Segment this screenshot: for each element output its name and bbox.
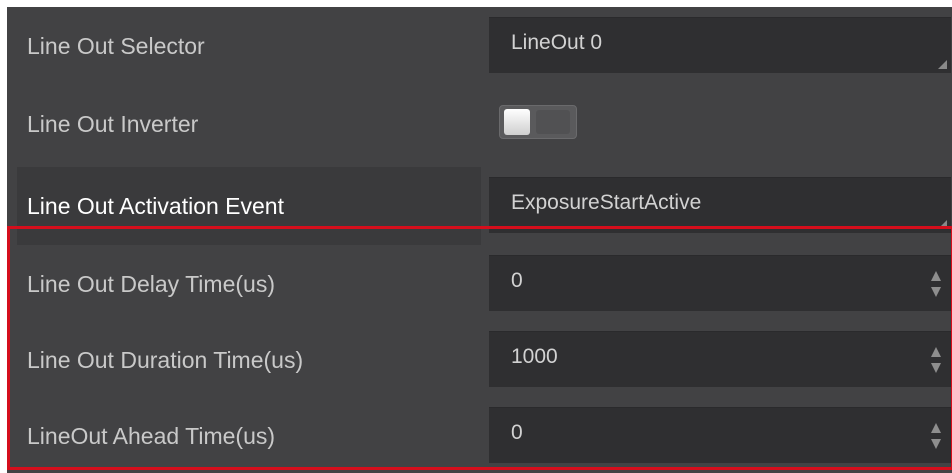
property-label: Line Out Activation Event: [27, 193, 284, 219]
property-label: Line Out Delay Time(us): [27, 271, 275, 297]
property-label: LineOut Ahead Time(us): [27, 423, 276, 449]
spinbox-value: 0: [511, 421, 523, 444]
line-out-delay-time-spinbox[interactable]: 0: [489, 255, 951, 311]
dropdown-value: LineOut 0: [511, 31, 603, 54]
property-row-line-out-activation-event: Line Out Activation Event ExposureStartA…: [7, 167, 952, 245]
dropdown-value: ExposureStartActive: [511, 191, 702, 214]
property-panel: Line Out Selector LineOut 0 Line Out Inv…: [7, 7, 952, 473]
spinner-up-icon[interactable]: [931, 271, 941, 281]
spinner-down-icon[interactable]: [931, 363, 941, 373]
spinner-arrows-icon[interactable]: [931, 271, 941, 297]
spinner-up-icon[interactable]: [931, 423, 941, 433]
dropdown-corner-icon: [938, 220, 947, 229]
lineout-ahead-time-spinbox[interactable]: 0: [489, 407, 951, 463]
line-out-inverter-toggle[interactable]: [499, 105, 577, 139]
spinner-up-icon[interactable]: [931, 347, 941, 357]
line-out-activation-event-dropdown[interactable]: ExposureStartActive: [489, 177, 951, 233]
property-row-lineout-ahead-time: LineOut Ahead Time(us) 0: [7, 397, 952, 473]
spinner-down-icon[interactable]: [931, 439, 941, 449]
spinbox-value: 1000: [511, 345, 558, 368]
property-row-line-out-selector: Line Out Selector LineOut 0: [7, 7, 952, 85]
line-out-selector-dropdown[interactable]: LineOut 0: [489, 17, 951, 73]
property-label: Line Out Duration Time(us): [27, 347, 304, 373]
line-out-duration-time-spinbox[interactable]: 1000: [489, 331, 951, 387]
property-label: Line Out Inverter: [27, 111, 199, 137]
spinner-arrows-icon[interactable]: [931, 423, 941, 449]
spinner-arrows-icon[interactable]: [931, 347, 941, 373]
dropdown-corner-icon: [938, 60, 947, 69]
property-label: Line Out Selector: [27, 33, 205, 59]
spinner-down-icon[interactable]: [931, 287, 941, 297]
toggle-track: [536, 110, 570, 134]
toggle-knob: [504, 109, 530, 135]
spinbox-value: 0: [511, 269, 523, 292]
property-row-line-out-duration-time: Line Out Duration Time(us) 1000: [7, 321, 952, 399]
property-row-line-out-inverter: Line Out Inverter: [7, 85, 952, 163]
property-row-line-out-delay-time: Line Out Delay Time(us) 0: [7, 245, 952, 323]
